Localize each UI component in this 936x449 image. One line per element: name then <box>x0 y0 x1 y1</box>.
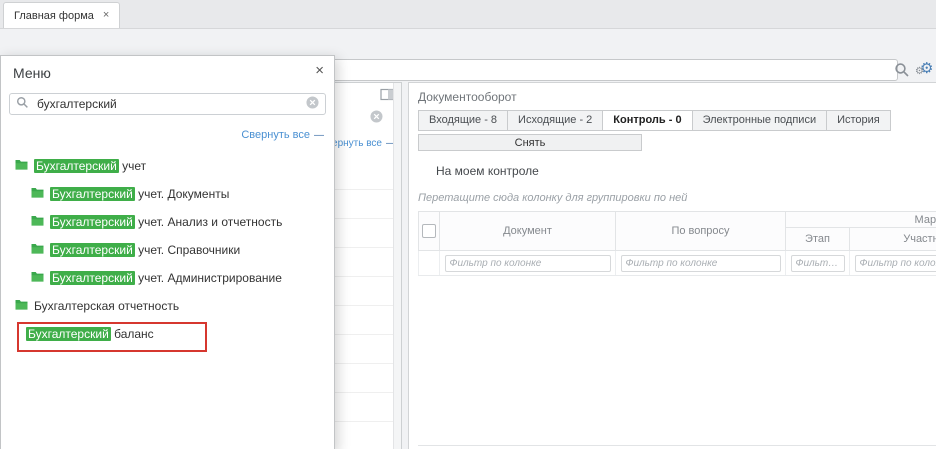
scrollbar[interactable] <box>393 83 401 449</box>
tree-item-accounting-analysis[interactable]: Бухгалтерский учет. Анализ и отчетность <box>1 208 334 236</box>
control-grid: Документ По вопросу Маршрут Этап Участни… <box>418 211 936 276</box>
grouping-hint: Перетащите сюда колонку для группировки … <box>418 192 687 204</box>
collapse-all-label: Свернуть все <box>241 129 310 141</box>
filter-cell-subject <box>616 251 786 275</box>
filter-cell-checkbox <box>418 251 440 275</box>
tree-item-label: Бухгалтерский учет. Документы <box>50 187 229 201</box>
filter-input-document[interactable] <box>445 255 611 272</box>
clear-search-icon[interactable] <box>370 110 383 123</box>
collapse-icon: — <box>314 130 324 141</box>
docflow-tabs: Входящие - 8 Исходящие - 2 Контроль - 0 … <box>418 110 891 131</box>
browser-tab-bar: Главная форма × <box>0 0 936 29</box>
folder-icon <box>15 159 28 173</box>
close-icon[interactable]: × <box>315 63 324 78</box>
settings-gears-icon[interactable]: ⚙ ⚙ <box>915 59 936 80</box>
tree-item-accounting[interactable]: Бухгалтерский учет <box>1 152 334 180</box>
filter-cell-participants <box>850 251 936 275</box>
dock-panel-icon[interactable] <box>380 88 394 101</box>
tab-main-form[interactable]: Главная форма × <box>3 2 120 28</box>
tree-item-accounting-reports[interactable]: Бухгалтерская отчетность <box>1 292 334 320</box>
tab-outbox[interactable]: Исходящие - 2 <box>507 110 603 131</box>
tree-item-label: Бухгалтерский учет. Анализ и отчетность <box>50 215 282 229</box>
column-header-subject[interactable]: По вопросу <box>616 212 786 250</box>
folder-icon <box>31 271 44 285</box>
tab-history[interactable]: История <box>826 110 891 131</box>
menu-search-input[interactable] <box>35 96 300 112</box>
menu-search-box <box>9 93 326 115</box>
collapse-all-link[interactable]: Свернуть все — <box>241 129 324 141</box>
filter-input-participants[interactable] <box>855 255 936 272</box>
tree-item-label: Бухгалтерская отчетность <box>34 299 179 313</box>
tree-item-accounting-references[interactable]: Бухгалтерский учет. Справочники <box>1 236 334 264</box>
tab-control[interactable]: Контроль - 0 <box>602 110 692 131</box>
column-group-route: Маршрут Этап Участники <box>786 212 936 250</box>
docflow-title: Документооборот <box>418 90 517 104</box>
filter-input-subject[interactable] <box>621 255 781 272</box>
app-window: Главная форма × ⚙ ⚙ Свернуть все — <box>0 0 936 449</box>
filter-input-stage[interactable] <box>791 255 845 272</box>
tab-main-form-label: Главная форма <box>14 10 94 22</box>
tree-item-label: Бухгалтерский учет <box>34 159 146 173</box>
grid-header: Документ По вопросу Маршрут Этап Участни… <box>418 211 936 251</box>
docflow-panel: Документооборот Входящие - 8 Исходящие -… <box>408 82 936 449</box>
folder-icon <box>31 215 44 229</box>
red-annotation-box <box>17 322 207 352</box>
menu-title: Меню <box>13 65 51 81</box>
search-icon[interactable] <box>894 62 910 78</box>
tree-item-accounting-documents[interactable]: Бухгалтерский учет. Документы <box>1 180 334 208</box>
grid-filter-row <box>418 251 936 276</box>
tab-inbox[interactable]: Входящие - 8 <box>418 110 508 131</box>
column-header-document[interactable]: Документ <box>440 212 616 250</box>
folder-icon <box>31 243 44 257</box>
menu-tree: Бухгалтерский учет Бухгалтерский учет. Д… <box>1 152 334 348</box>
folder-icon <box>15 299 28 313</box>
remove-button[interactable]: Снять <box>418 134 642 151</box>
column-group-route-label: Маршрут <box>786 212 936 228</box>
tab-close-icon[interactable]: × <box>103 10 109 21</box>
column-header-participants[interactable]: Участники <box>850 228 936 250</box>
select-all-checkbox[interactable] <box>422 224 436 238</box>
search-icon <box>16 96 29 112</box>
horizontal-scrollbar[interactable] <box>418 445 936 446</box>
filter-cell-stage <box>786 251 850 275</box>
tab-signatures[interactable]: Электронные подписи <box>692 110 828 131</box>
column-header-stage[interactable]: Этап <box>786 228 850 250</box>
folder-icon <box>31 187 44 201</box>
gear-icon: ⚙ <box>915 67 924 77</box>
tree-item-accounting-administration[interactable]: Бухгалтерский учет. Администрирование <box>1 264 334 292</box>
tree-item-label: Бухгалтерский учет. Администрирование <box>50 271 282 285</box>
select-all-cell <box>418 212 440 250</box>
clear-search-icon[interactable] <box>306 96 319 112</box>
filter-cell-document <box>440 251 616 275</box>
section-title: На моем контроле <box>436 164 539 178</box>
menu-popup: Меню × Свернуть все— Бу <box>0 55 335 449</box>
tree-item-label: Бухгалтерский учет. Справочники <box>50 243 240 257</box>
